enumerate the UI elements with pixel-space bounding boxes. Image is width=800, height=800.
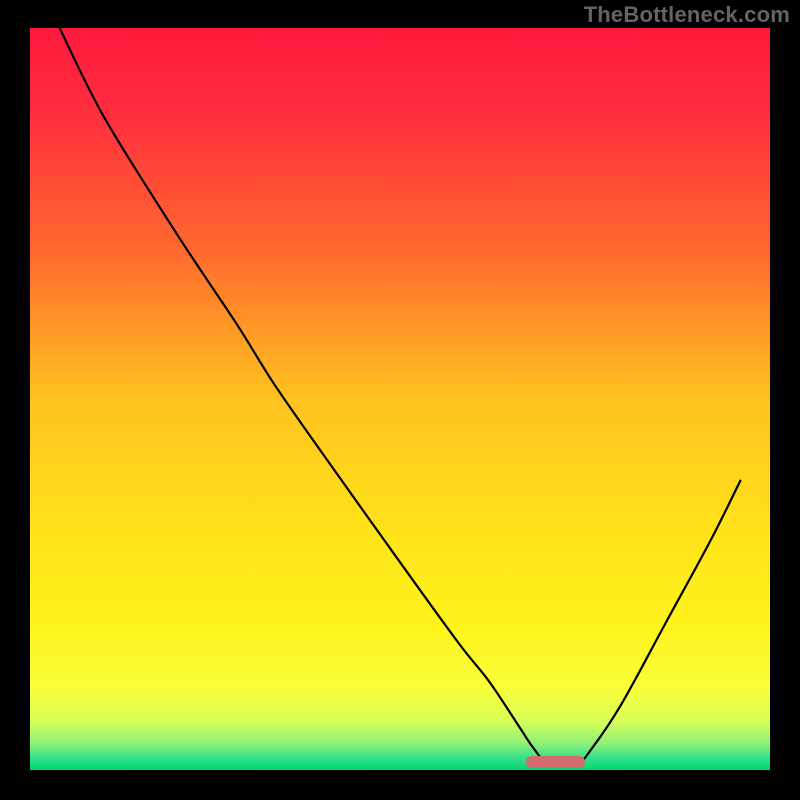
chart-container: TheBottleneck.com [0, 0, 800, 800]
plot-background [30, 28, 770, 770]
watermark-text: TheBottleneck.com [584, 2, 790, 28]
optimal-marker [526, 756, 585, 768]
bottleneck-chart [0, 0, 800, 800]
